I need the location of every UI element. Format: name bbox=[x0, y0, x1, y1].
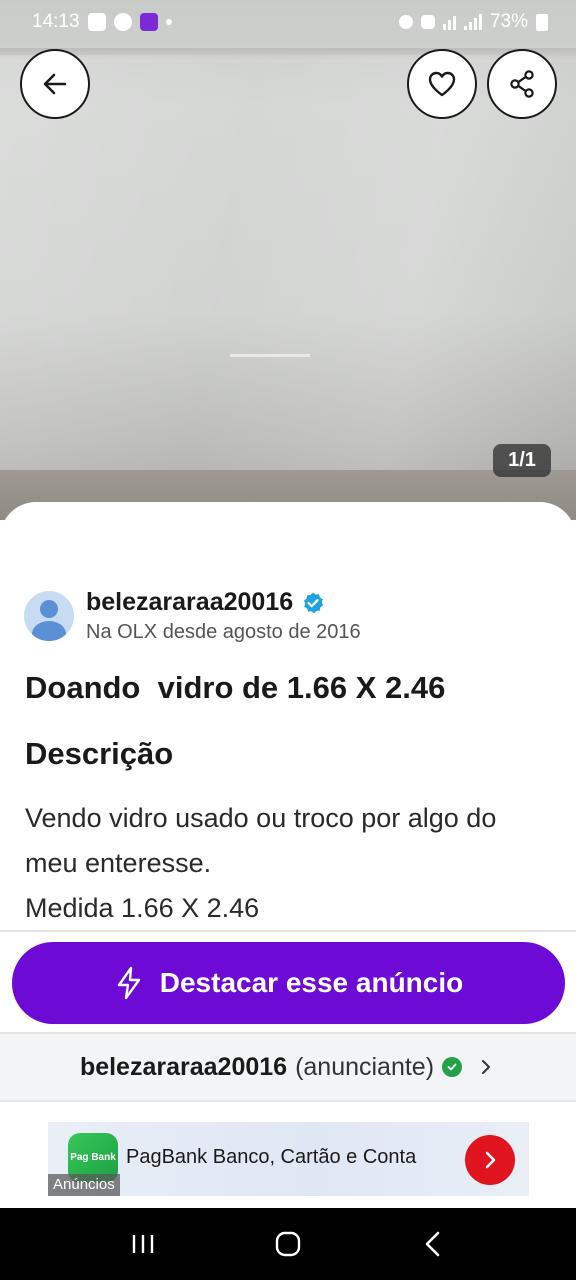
seller-name: belezararaa20016 bbox=[86, 588, 294, 616]
description-text: Vendo vidro usado ou troco por algo do m… bbox=[25, 796, 555, 931]
olx-icon bbox=[139, 13, 158, 31]
description-heading: Descrição bbox=[25, 736, 174, 771]
lightning-icon bbox=[117, 966, 140, 1000]
description-line: Medida 1.66 X 2.46 bbox=[25, 893, 260, 923]
description-line: meu enteresse. bbox=[25, 848, 212, 878]
favorite-button[interactable] bbox=[407, 49, 477, 119]
boost-ad-label: Destacar esse anúncio bbox=[159, 967, 464, 998]
heart-icon bbox=[428, 71, 456, 97]
photo-detail bbox=[230, 354, 310, 357]
share-icon bbox=[510, 70, 534, 98]
seller-since: Na OLX desde agosto de 2016 bbox=[86, 621, 361, 643]
arrow-left-icon bbox=[43, 73, 67, 95]
ad-banner[interactable]: Pag Bank PagBank Banco, Cartão e Conta A… bbox=[48, 1122, 529, 1196]
shopping-icon bbox=[87, 13, 106, 31]
mute-icon bbox=[420, 15, 435, 29]
wifi-signal-icon bbox=[442, 14, 456, 30]
alarm-icon bbox=[398, 15, 413, 29]
chevron-right-icon bbox=[485, 1151, 496, 1169]
advertiser-profile-link[interactable]: belezararaa20016 (anunciante) bbox=[0, 1032, 576, 1102]
home-button[interactable] bbox=[258, 1214, 318, 1274]
home-icon bbox=[275, 1231, 301, 1257]
battery-percent: 73% bbox=[489, 11, 528, 32]
photo-counter: 1/1 bbox=[493, 444, 551, 477]
check-circle-icon bbox=[442, 1057, 463, 1077]
banner-go-button[interactable] bbox=[465, 1135, 515, 1185]
cell-signal-icon bbox=[463, 14, 482, 30]
recent-apps-icon bbox=[132, 1235, 153, 1253]
whatsapp-icon bbox=[113, 13, 132, 31]
status-time: 14:13 bbox=[32, 11, 80, 32]
divider bbox=[0, 930, 576, 932]
battery-icon bbox=[536, 13, 548, 31]
avatar bbox=[24, 591, 74, 641]
ads-label: Anúncios bbox=[48, 1174, 120, 1196]
advertiser-name: belezararaa20016 bbox=[79, 1052, 288, 1081]
ad-title: Doando vidro de 1.66 X 2.46 bbox=[25, 670, 446, 705]
share-button[interactable] bbox=[487, 49, 557, 119]
system-nav-bar bbox=[0, 1208, 576, 1280]
boost-ad-button[interactable]: Destacar esse anúncio bbox=[12, 942, 565, 1024]
banner-text: PagBank Banco, Cartão e Conta bbox=[126, 1146, 417, 1168]
chevron-right-icon bbox=[482, 1060, 491, 1074]
description-line: Vendo vidro usado ou troco por algo do bbox=[25, 803, 497, 833]
back-button[interactable] bbox=[20, 49, 90, 119]
notification-dot-icon bbox=[165, 19, 172, 25]
status-bar: 14:13 73% bbox=[0, 0, 576, 44]
seller-header[interactable]: belezararaa20016 Na OLX desde agosto de … bbox=[24, 588, 361, 644]
advertiser-role: (anunciante) bbox=[295, 1052, 435, 1081]
verified-badge-icon bbox=[304, 592, 324, 613]
recent-apps-button[interactable] bbox=[113, 1214, 173, 1274]
photo-glass bbox=[0, 55, 576, 475]
back-nav-button[interactable] bbox=[403, 1214, 463, 1274]
back-chevron-icon bbox=[426, 1231, 440, 1257]
